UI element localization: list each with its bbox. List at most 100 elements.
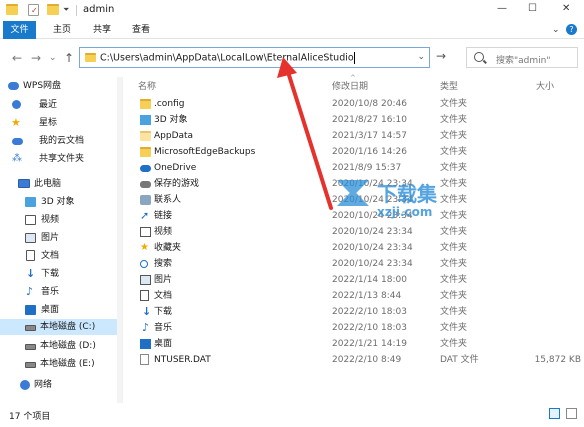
tab-share[interactable]: 共享 [93,21,111,39]
sidebar-item-drive-c[interactable]: 本地磁盘 (C:) [0,319,118,335]
file-type: DAT 文件 [440,355,479,365]
watermark-url: xzji.com [377,205,433,219]
download-icon: ↓ [142,305,152,318]
column-header-date[interactable]: 修改日期 [332,79,368,92]
sidebar-item-label: 图片 [41,233,60,243]
sidebar-item-drive-e[interactable]: 本地磁盘 (E:) [0,356,118,372]
sidebar-item-music[interactable]: ♪ 音乐 [8,284,118,300]
file-name: 联系人 [154,195,182,205]
address-dropdown-icon[interactable]: ⌄ [417,52,425,62]
forward-button[interactable]: → [31,51,41,65]
sidebar-item-label: 共享文件夹 [39,154,85,164]
column-header-size[interactable]: 大小 [536,79,554,92]
sidebar-item-label: 最近 [39,100,58,110]
file-name: 搜索 [154,259,173,269]
sidebar-item-downloads[interactable]: ↓ 下载 [8,266,118,282]
onedrive-icon [140,165,151,172]
column-header-type[interactable]: 类型 [440,79,458,92]
file-name: 收藏夹 [154,243,182,253]
table-row[interactable]: NTUSER.DAT 2022/2/10 8:49 DAT 文件 15,872 … [123,352,584,368]
sidebar-item-label: 星标 [39,118,58,128]
drive-c-icon [25,325,36,331]
go-button[interactable]: → [436,49,446,63]
star-icon: ★ [11,116,21,129]
address-bar[interactable]: C:\Users\admin\AppData\LocalLow\EternalA… [79,47,430,68]
up-button[interactable]: ↑ [64,51,74,65]
music-icon: ♪ [142,321,150,334]
properties-icon[interactable]: ✓ [28,4,39,16]
file-list: ^ 名称 修改日期 类型 大小 .config 2020/10/8 20:46 … [122,74,584,403]
table-row[interactable]: .config 2020/10/8 20:46 文件夹 [123,96,584,112]
new-folder-icon[interactable] [47,4,59,15]
picture-icon [25,233,36,243]
file-type: 文件夹 [440,275,468,285]
sidebar-item-recent[interactable]: 最近 [8,97,118,113]
tab-file[interactable]: 文件 [3,21,36,39]
table-row[interactable]: AppData 2021/3/17 14:57 文件夹 [123,128,584,144]
expand-ribbon-icon[interactable]: ⌄ [552,21,560,39]
sidebar-item-label: 桌面 [41,305,60,315]
file-name: 桌面 [154,339,173,349]
text-cursor [353,52,355,64]
large-icons-view-icon[interactable] [566,408,577,419]
column-header-name[interactable]: 名称 [138,79,156,92]
folder-icon [140,99,151,109]
file-type: 文件夹 [440,131,468,141]
maximize-button[interactable]: ☐ [528,3,537,14]
recent-locations-icon[interactable]: ⌄ [49,53,57,63]
table-row[interactable]: MicrosoftEdgeBackups 2020/1/16 14:26 文件夹 [123,144,584,160]
table-row[interactable]: 文档 2022/1/13 8:44 文件夹 [123,288,584,304]
file-type: 文件夹 [440,227,468,237]
close-button[interactable]: ✕ [562,3,570,14]
cloud-doc-icon [12,138,23,145]
sidebar-item-label: 音乐 [41,287,60,297]
table-row[interactable]: ↓ 下载 2022/2/10 18:03 文件夹 [123,304,584,320]
table-row[interactable]: OneDrive 2021/8/9 15:37 文件夹 [123,160,584,176]
tab-view[interactable]: 查看 [132,21,150,39]
table-row[interactable]: 图片 2022/1/14 18:00 文件夹 [123,272,584,288]
sidebar-item-drive-d[interactable]: 本地磁盘 (D:) [0,338,118,354]
picture-icon [140,275,151,285]
table-row[interactable]: 桌面 2022/1/21 14:19 文件夹 [123,336,584,352]
table-row[interactable]: ♪ 音乐 2022/2/10 18:03 文件夹 [123,320,584,336]
file-type: 文件夹 [440,163,468,173]
table-row[interactable]: 搜索 2020/10/24 23:34 文件夹 [123,256,584,272]
back-button[interactable]: ← [12,51,22,65]
sidebar-item-videos[interactable]: 视频 [8,212,118,228]
file-date: 2020/1/16 14:26 [332,147,407,157]
3d-icon [25,197,36,207]
sidebar-item-pictures[interactable]: 图片 [8,230,118,246]
sidebar-item-wps-drive[interactable]: WPS网盘 [8,78,118,94]
sidebar-item-documents[interactable]: 文档 [8,248,118,264]
file-type: 文件夹 [440,323,468,333]
details-view-icon[interactable] [549,408,560,419]
file-type: 文件夹 [440,259,468,269]
file-date: 2021/3/17 14:57 [332,131,407,141]
sidebar-item-3d-objects[interactable]: 3D 对象 [8,194,118,210]
sidebar-item-label: 网络 [34,380,53,390]
folder-icon [140,147,151,157]
sidebar-item-desktop[interactable]: 桌面 [8,302,118,318]
sidebar-item-shared-folder[interactable]: ⁂ 共享文件夹 [8,151,118,167]
sidebar-item-starred[interactable]: ★ 星标 [8,115,118,131]
file-type: 文件夹 [440,179,468,189]
saved-games-icon [140,181,151,188]
help-icon[interactable]: ? [566,24,577,35]
minimize-button[interactable]: — [497,3,507,14]
sidebar-item-this-pc[interactable]: 此电脑 [8,176,118,192]
tab-home[interactable]: 主页 [53,21,71,39]
file-date: 2022/1/14 18:00 [332,275,407,285]
file-date: 2022/2/10 18:03 [332,323,407,333]
search-box[interactable]: 搜索"admin" [466,47,578,68]
file-date: 2022/2/10 8:49 [332,355,402,365]
table-row[interactable]: ➚ 链接 2020/10/24 23:34 文件夹 [123,208,584,224]
sidebar-item-cloud-docs[interactable]: 我的云文档 [8,133,118,149]
search-input[interactable]: 搜索"admin" [496,53,550,66]
quick-access-dropdown-icon[interactable]: ⏷ [63,5,69,15]
sidebar-item-network[interactable]: 网络 [8,377,118,393]
table-row[interactable]: 3D 对象 2021/8/27 16:10 文件夹 [123,112,584,128]
table-row[interactable]: ★ 收藏夹 2020/10/24 23:34 文件夹 [123,240,584,256]
table-row[interactable]: 视频 2020/10/24 23:34 文件夹 [123,224,584,240]
document-icon [140,290,149,301]
file-size: 15,872 KB [534,355,581,365]
